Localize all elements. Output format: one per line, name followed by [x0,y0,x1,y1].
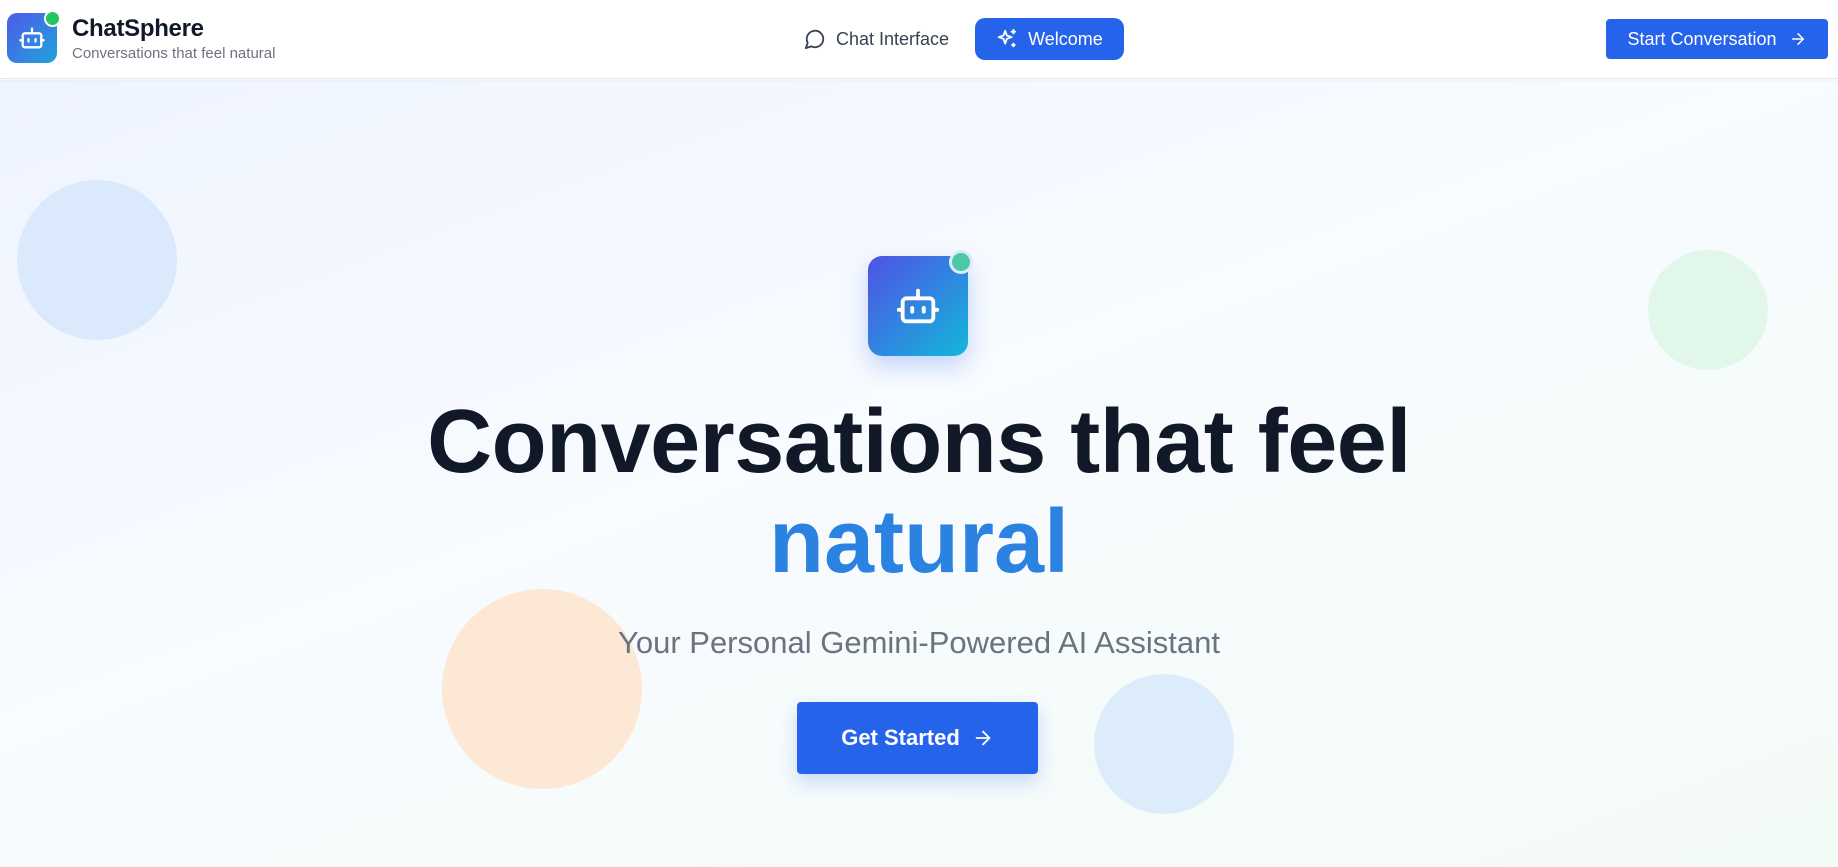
decorative-circle [442,589,642,789]
online-status-dot [44,10,61,27]
hero-subtitle: Your Personal Gemini-Powered AI Assistan… [618,625,1220,660]
decorative-circle [1648,250,1768,370]
robot-icon [19,27,45,49]
nav-item-welcome[interactable]: Welcome [975,18,1124,60]
decorative-circle [17,180,177,340]
brand-name: ChatSphere [72,15,204,42]
robot-icon [896,288,940,324]
start-conversation-button[interactable]: Start Conversation [1606,19,1828,59]
nav-item-label: Chat Interface [836,28,950,49]
brand-tagline: Conversations that feel natural [72,45,276,62]
brand[interactable]: ChatSphere Conversations that feel natur… [7,10,276,63]
arrow-right-icon [975,730,991,746]
hero-section: Conversations that feel natural Your Per… [0,80,1838,867]
get-started-label: Get Started [841,725,960,750]
arrow-right-icon [1791,33,1804,45]
brand-logo [7,10,61,63]
start-conversation-label: Start Conversation [1627,28,1777,49]
nav-item-chat-interface[interactable]: Chat Interface [790,18,963,60]
online-status-dot [949,250,973,274]
main-navigation: Chat Interface Welcome [790,18,1124,60]
top-navigation-bar: ChatSphere Conversations that feel natur… [0,0,1838,79]
hero-headline-accent: natural [768,492,1070,592]
decorative-circle [1094,674,1234,814]
get-started-button[interactable]: Get Started [797,702,1038,774]
hero-logo [868,250,973,356]
hero-headline: Conversations that feel [427,392,1411,492]
message-circle-icon [804,29,825,50]
sparkles-icon [997,28,1017,48]
nav-item-label: Welcome [1028,28,1103,49]
